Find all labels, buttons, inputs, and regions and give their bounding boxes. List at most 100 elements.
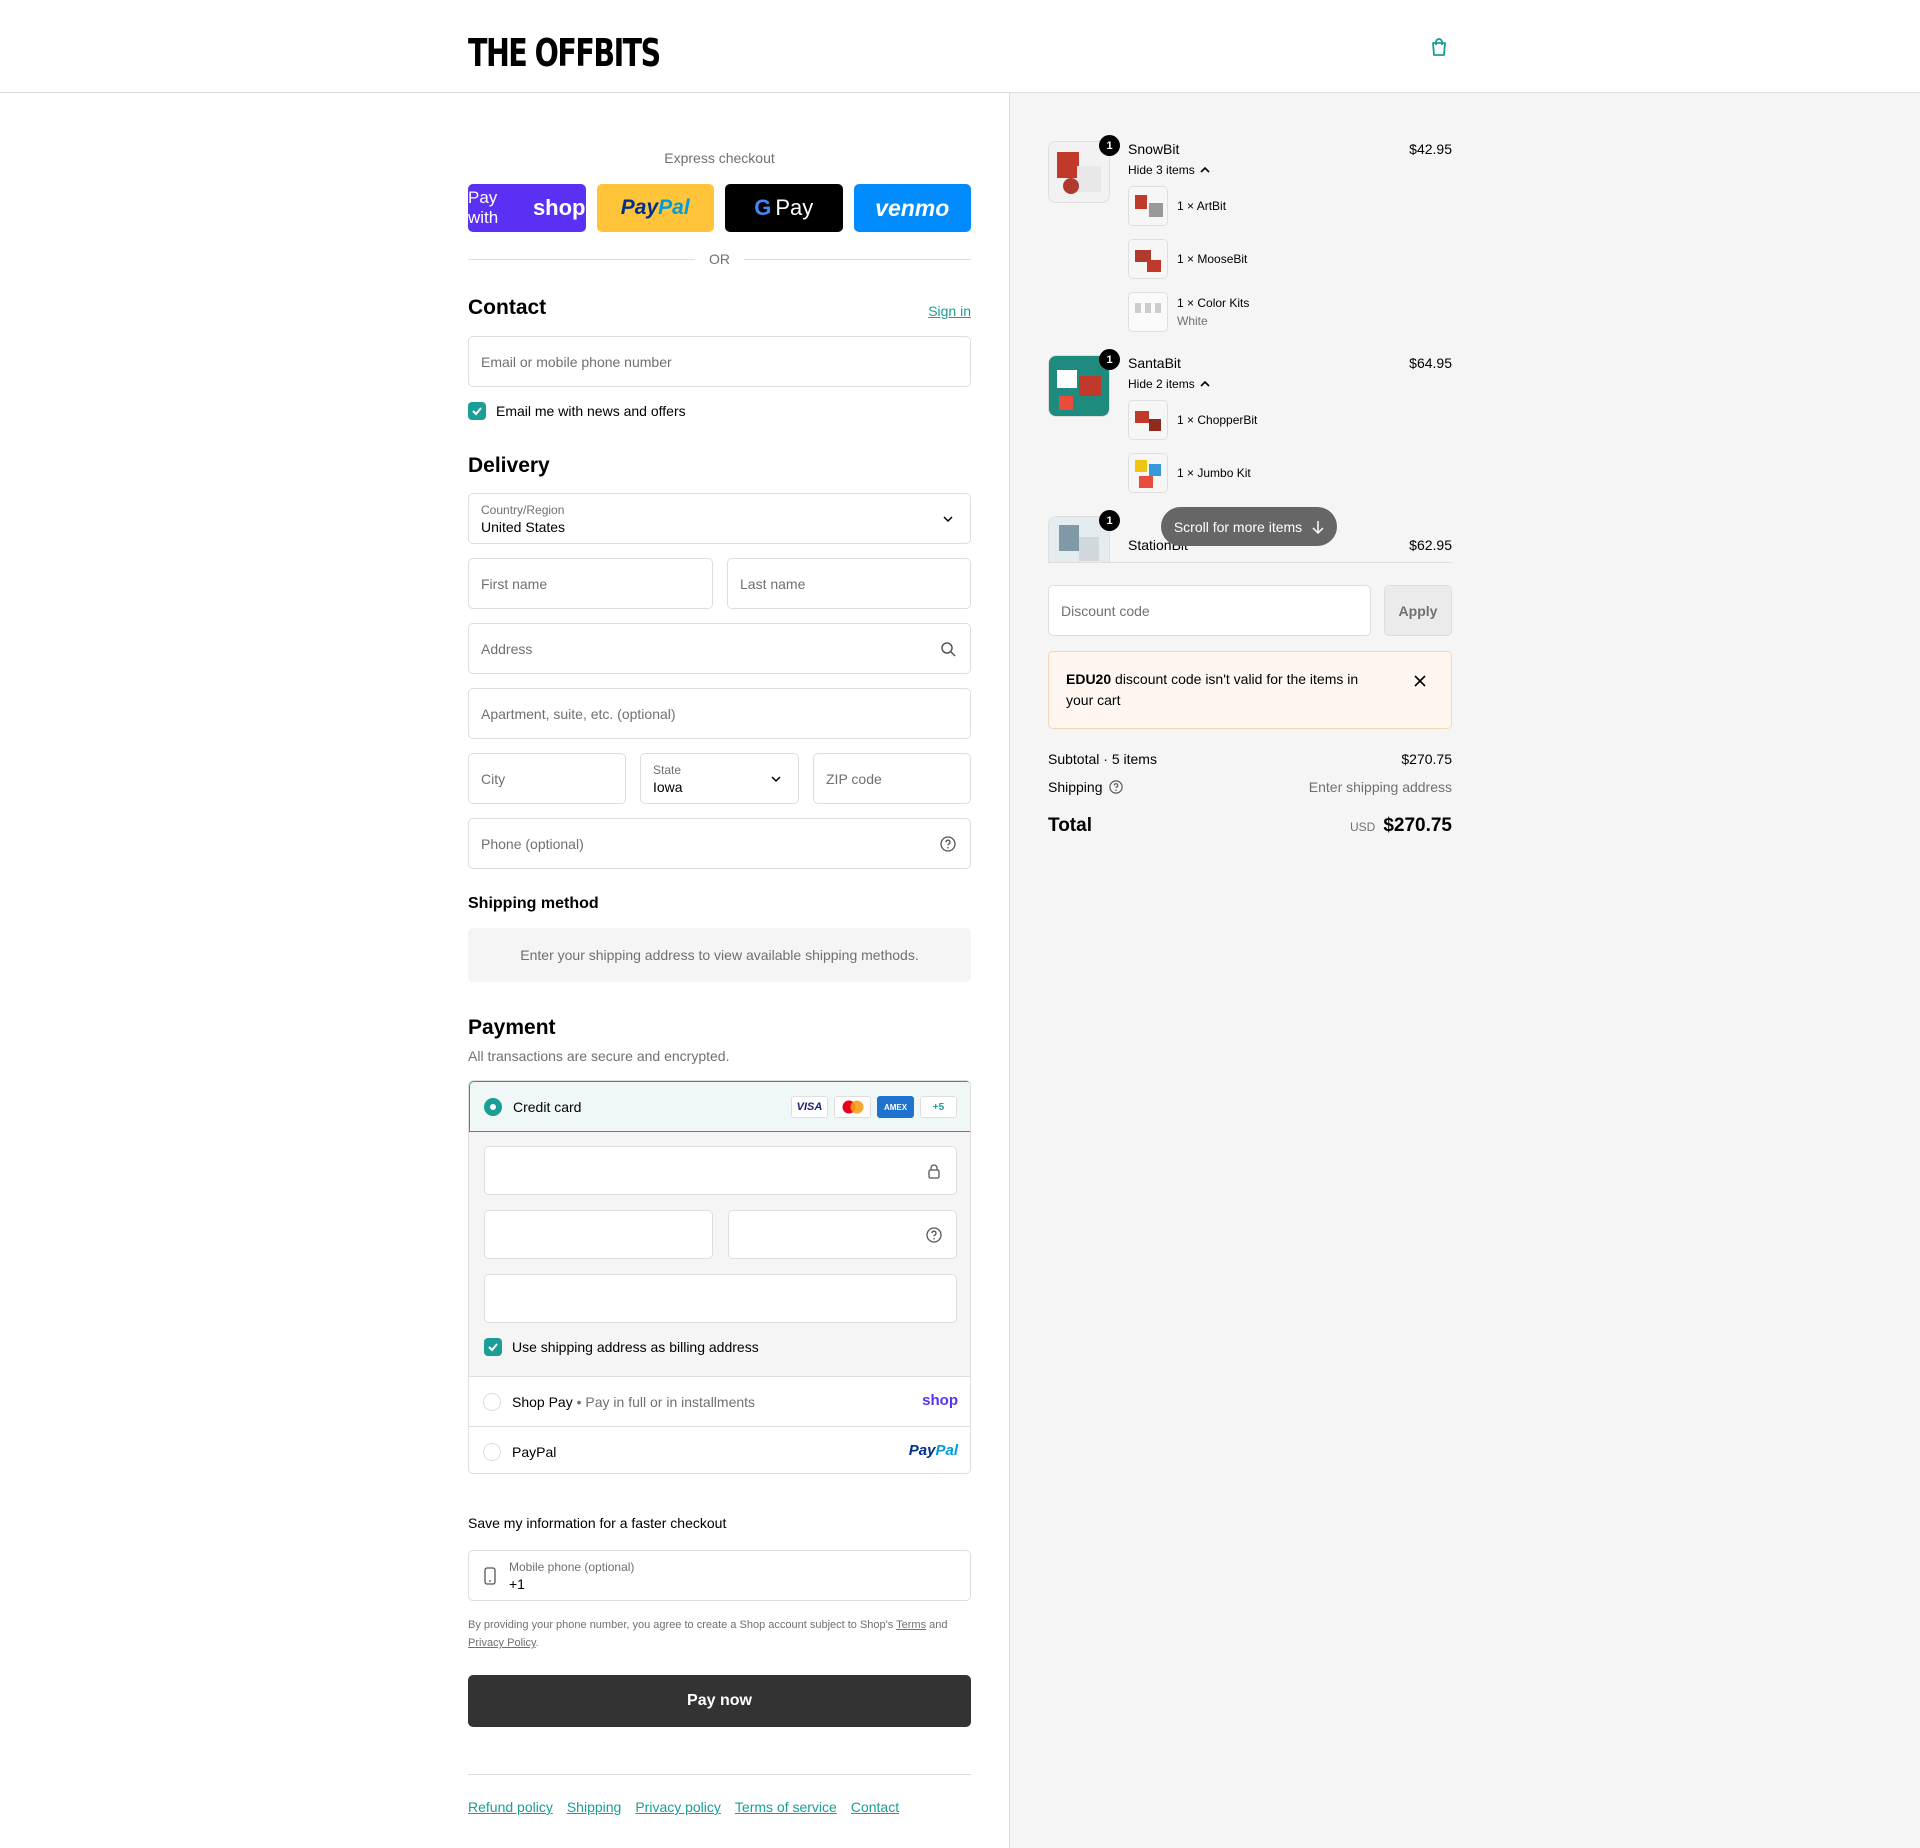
- quantity-badge: 1: [1099, 135, 1120, 156]
- shop-pay-button[interactable]: Pay with shop: [468, 184, 586, 232]
- payment-methods: Credit card VISA AMEX +5 Use shipping ad…: [468, 1080, 971, 1474]
- total-label: Total: [1048, 815, 1092, 836]
- help-circle-icon[interactable]: [940, 836, 956, 852]
- scroll-for-more-button[interactable]: Scroll for more items: [1161, 507, 1337, 546]
- shipping-label: Shipping: [1048, 779, 1103, 795]
- expiration-date-input[interactable]: [484, 1210, 713, 1259]
- legal-text-start: By providing your phone number, you agre…: [468, 1619, 894, 1631]
- visa-icon: VISA: [791, 1096, 828, 1118]
- help-circle-icon[interactable]: [1108, 780, 1123, 794]
- hide-items-toggle[interactable]: Hide 3 items: [1128, 163, 1210, 177]
- mobile-phone-field[interactable]: Mobile phone (optional) +1: [468, 1550, 971, 1601]
- paypal-button[interactable]: Pay Pal: [596, 184, 714, 232]
- phone-placeholder: Phone (optional): [481, 836, 584, 852]
- first-name-field[interactable]: First name: [468, 558, 713, 609]
- credit-card-radio[interactable]: [484, 1098, 502, 1116]
- shop-pay-prefix: Pay with: [468, 188, 499, 227]
- google-pay-button[interactable]: G Pay: [725, 184, 843, 232]
- news-offers-checkbox[interactable]: Email me with news and offers: [468, 402, 686, 420]
- sub-item-label: 1 × Color Kits: [1177, 296, 1250, 310]
- quantity-badge: 1: [1099, 510, 1120, 531]
- terms-link[interactable]: Terms: [896, 1619, 926, 1631]
- sign-in-link[interactable]: Sign in: [928, 303, 971, 319]
- legal-text-and: and: [929, 1619, 948, 1631]
- privacy-policy-link[interactable]: Privacy Policy: [468, 1637, 536, 1649]
- apartment-field[interactable]: Apartment, suite, etc. (optional): [468, 688, 971, 739]
- last-name-field[interactable]: Last name: [727, 558, 971, 609]
- shop-pay-label: Shop Pay • Pay in full or in installment…: [512, 1394, 756, 1410]
- shop-pay-radio[interactable]: [483, 1393, 501, 1411]
- email-placeholder: Email or mobile phone number: [481, 354, 672, 370]
- contact-link[interactable]: Contact: [851, 1799, 899, 1815]
- or-label: OR: [709, 251, 730, 267]
- security-code-input[interactable]: [728, 1210, 957, 1259]
- city-field[interactable]: City: [468, 753, 626, 804]
- search-icon: [941, 642, 956, 657]
- help-circle-icon[interactable]: [926, 1227, 942, 1243]
- state-select[interactable]: State Iowa: [640, 753, 799, 804]
- item-price: $64.95: [1409, 355, 1452, 371]
- arrow-down-icon: [1312, 520, 1324, 534]
- shop-pay-brand: shop: [532, 195, 586, 220]
- mobile-phone-value: +1: [509, 1576, 525, 1592]
- shipping-policy-link[interactable]: Shipping: [567, 1799, 622, 1815]
- email-field[interactable]: Email or mobile phone number: [468, 336, 971, 387]
- footer-links: Refund policy Shipping Privacy policy Te…: [468, 1799, 899, 1815]
- close-icon[interactable]: [1413, 674, 1427, 688]
- billing-address-checkbox[interactable]: Use shipping address as billing address: [484, 1338, 759, 1356]
- item-name: SantaBit: [1128, 355, 1181, 371]
- chevron-up-icon: [1200, 380, 1210, 387]
- shipping-row: Shipping Enter shipping address: [1048, 779, 1452, 795]
- total-value: $270.75: [1383, 815, 1452, 836]
- paypal-logo: PayPal: [909, 1442, 958, 1459]
- brand-logo[interactable]: THE OFFBITS: [468, 22, 724, 72]
- credit-card-option[interactable]: Credit card VISA AMEX +5: [469, 1081, 970, 1132]
- chevron-up-icon: [1200, 166, 1210, 173]
- header: THE OFFBITS: [0, 0, 1920, 93]
- name-on-card-input[interactable]: [484, 1274, 957, 1323]
- footer-divider: [468, 1774, 971, 1775]
- error-code: EDU20: [1066, 671, 1112, 687]
- sub-item-thumbnail: [1128, 186, 1168, 226]
- quantity-badge: 1: [1099, 349, 1120, 370]
- hide-items-toggle[interactable]: Hide 2 items: [1128, 377, 1210, 391]
- discount-code-input[interactable]: Discount code: [1048, 585, 1371, 636]
- country-select[interactable]: Country/Region United States: [468, 493, 971, 544]
- terms-of-service-link[interactable]: Terms of service: [735, 1799, 837, 1815]
- shopping-bag-icon[interactable]: [1428, 36, 1450, 58]
- sub-item-label: 1 × ArtBit: [1177, 199, 1227, 213]
- shipping-method-note: Enter your shipping address to view avai…: [468, 928, 971, 982]
- item-name: SnowBit: [1128, 141, 1180, 157]
- shop-pay-name: Shop Pay: [512, 1394, 573, 1410]
- mastercard-icon: [834, 1096, 871, 1118]
- list-divider: [1048, 562, 1452, 563]
- checkmark-icon: [468, 402, 486, 420]
- state-label: State: [653, 763, 682, 777]
- paypal-option[interactable]: PayPal PayPal: [469, 1426, 970, 1473]
- address-field[interactable]: Address: [468, 623, 971, 674]
- sub-item-thumbnail: [1128, 453, 1168, 493]
- privacy-policy-footer-link[interactable]: Privacy policy: [635, 1799, 721, 1815]
- item-price: $42.95: [1409, 141, 1452, 157]
- shop-pay-option[interactable]: Shop Pay • Pay in full or in installment…: [469, 1376, 970, 1426]
- refund-policy-link[interactable]: Refund policy: [468, 1799, 553, 1815]
- sub-item-label: 1 × ChopperBit: [1177, 413, 1258, 427]
- phone-field[interactable]: Phone (optional): [468, 818, 971, 869]
- venmo-button[interactable]: venmo: [853, 184, 971, 232]
- country-label: Country/Region: [481, 503, 565, 517]
- pay-now-button[interactable]: Pay now: [468, 1675, 971, 1727]
- paypal-label: PayPal: [512, 1444, 557, 1460]
- card-number-input[interactable]: [484, 1146, 957, 1195]
- hide-items-label: Hide 3 items: [1128, 163, 1195, 177]
- more-cards-badge: +5: [920, 1096, 957, 1118]
- sub-item-label: 1 × MooseBit: [1177, 252, 1248, 266]
- paypal-radio[interactable]: [483, 1443, 501, 1461]
- apply-discount-button[interactable]: Apply: [1384, 585, 1452, 636]
- zip-field[interactable]: ZIP code: [813, 753, 971, 804]
- contact-title: Contact: [468, 296, 547, 319]
- or-divider: OR: [468, 251, 971, 267]
- billing-address-label: Use shipping address as billing address: [512, 1339, 759, 1355]
- shipping-value: Enter shipping address: [1308, 779, 1452, 795]
- sub-item-thumbnail: [1128, 292, 1168, 332]
- hide-items-label: Hide 2 items: [1128, 377, 1195, 391]
